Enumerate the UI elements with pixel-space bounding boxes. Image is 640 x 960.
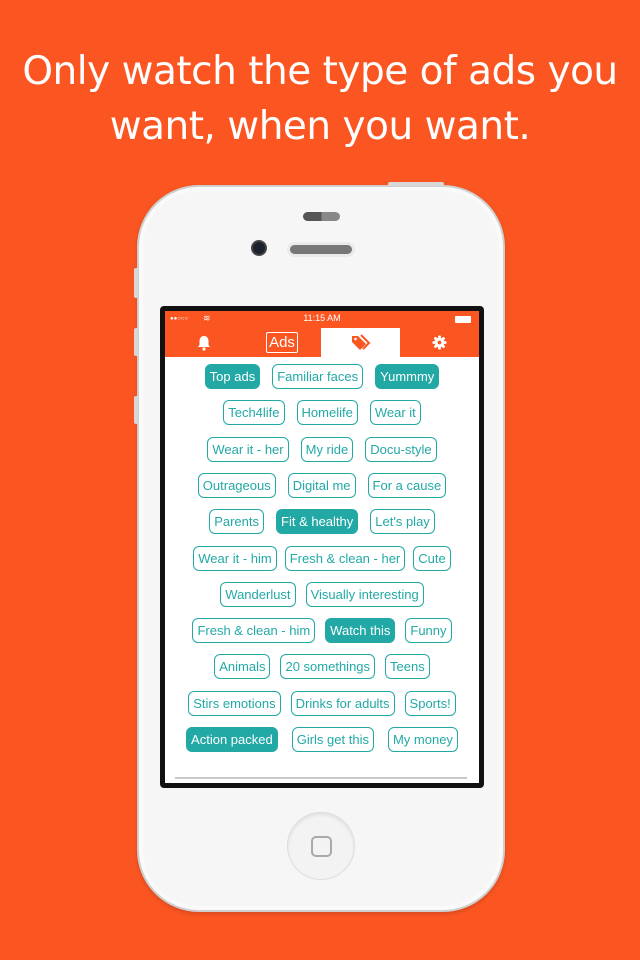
- tab-ads[interactable]: Ads: [263, 328, 301, 357]
- headline: Only watch the type of ads you want, whe…: [0, 44, 640, 154]
- tag-chip[interactable]: My money: [387, 727, 458, 752]
- tag-row: Animals 20 somethings Teens: [165, 654, 479, 680]
- tag-row: Wanderlust Visually interesting: [165, 581, 479, 607]
- tag-row: Top ads Familiar faces Yummmy: [165, 364, 479, 389]
- tag-chip[interactable]: For a cause: [367, 472, 447, 498]
- tag-chip[interactable]: Fit & healthy: [276, 509, 359, 535]
- tag-row: Fresh & clean - him Watch this Funny: [165, 618, 479, 644]
- volume-down-button: [134, 396, 138, 424]
- tag-chip[interactable]: Homelife: [296, 400, 358, 426]
- tag-chip[interactable]: Parents: [209, 509, 265, 535]
- tag-chip[interactable]: Let's play: [370, 509, 435, 535]
- top-bar: ●●○○○ ≋ 11:15 AM Ads: [165, 311, 479, 365]
- tag-chip[interactable]: Funny: [405, 618, 452, 644]
- tag-row: Parents Fit & healthy Let's play: [165, 509, 479, 535]
- tag-chip[interactable]: 20 somethings: [280, 654, 376, 680]
- tag-row: Outrageous Digital me For a cause: [165, 472, 479, 498]
- tag-row: Action packed Girls get this My money: [165, 727, 479, 752]
- status-bar: ●●○○○ ≋ 11:15 AM: [165, 313, 479, 325]
- bell-icon: [198, 335, 210, 351]
- tag-chip[interactable]: Wear it - him: [193, 545, 277, 571]
- tag-chip[interactable]: Action packed: [186, 727, 278, 752]
- bottom-divider: [175, 777, 467, 779]
- tab-tags[interactable]: [321, 328, 400, 357]
- tag-chip[interactable]: My ride: [300, 436, 354, 462]
- tag-chip[interactable]: Tech4life: [223, 400, 285, 426]
- gear-icon: [431, 335, 447, 350]
- volume-up-button: [134, 328, 138, 356]
- tag-chip[interactable]: Animals: [214, 654, 271, 680]
- app-screen: ●●○○○ ≋ 11:15 AM Ads Top ads Familiar fac…: [165, 311, 479, 783]
- tag-chip[interactable]: Wear it: [369, 400, 421, 426]
- home-button[interactable]: [287, 812, 355, 880]
- tag-chip[interactable]: Watch this: [325, 618, 396, 644]
- tag-chip[interactable]: Familiar faces: [272, 364, 364, 389]
- front-camera: [251, 240, 267, 256]
- tag-chip[interactable]: Docu-style: [365, 436, 437, 462]
- earpiece-speaker: [290, 245, 352, 254]
- tag-chip[interactable]: Visually interesting: [305, 581, 424, 607]
- phone-top-button: [388, 182, 444, 186]
- ads-label: Ads: [266, 332, 298, 353]
- tag-chip[interactable]: Girls get this: [291, 727, 374, 752]
- proximity-sensor: [303, 212, 340, 221]
- phone-side-button: [134, 268, 138, 298]
- tag-row: Tech4life Homelife Wear it: [165, 400, 479, 426]
- tag-icon: [351, 333, 370, 350]
- tag-chip[interactable]: Cute: [413, 545, 451, 571]
- tag-chip[interactable]: Fresh & clean - him: [192, 618, 316, 644]
- tag-chip[interactable]: Wear it - her: [207, 436, 289, 462]
- tag-chip[interactable]: Digital me: [287, 472, 356, 498]
- home-square-icon: [311, 836, 332, 857]
- battery-icon: [455, 316, 471, 323]
- tag-chip[interactable]: Top ads: [204, 364, 261, 389]
- tag-chip[interactable]: Teens: [385, 654, 430, 680]
- tag-chip[interactable]: Drinks for adults: [290, 690, 395, 716]
- tab-settings[interactable]: [420, 328, 458, 357]
- tab-notifications[interactable]: [185, 328, 223, 357]
- tag-chip[interactable]: Fresh & clean - her: [284, 545, 406, 571]
- tag-chip[interactable]: Stirs emotions: [188, 690, 281, 716]
- headline-line-2: want, when you want.: [109, 104, 531, 149]
- headline-line-1: Only watch the type of ads you: [22, 49, 618, 94]
- tag-chip[interactable]: Sports!: [404, 690, 456, 716]
- status-time: 11:15 AM: [303, 313, 341, 323]
- tag-row: Wear it - her My ride Docu-style: [165, 436, 479, 462]
- tag-row: Stirs emotions Drinks for adults Sports!: [165, 690, 479, 716]
- tag-chip[interactable]: Wanderlust: [220, 581, 296, 607]
- tag-chip[interactable]: Yummmy: [375, 364, 440, 389]
- tag-row: Wear it - him Fresh & clean - her Cute: [165, 545, 479, 571]
- tag-chip[interactable]: Outrageous: [197, 472, 276, 498]
